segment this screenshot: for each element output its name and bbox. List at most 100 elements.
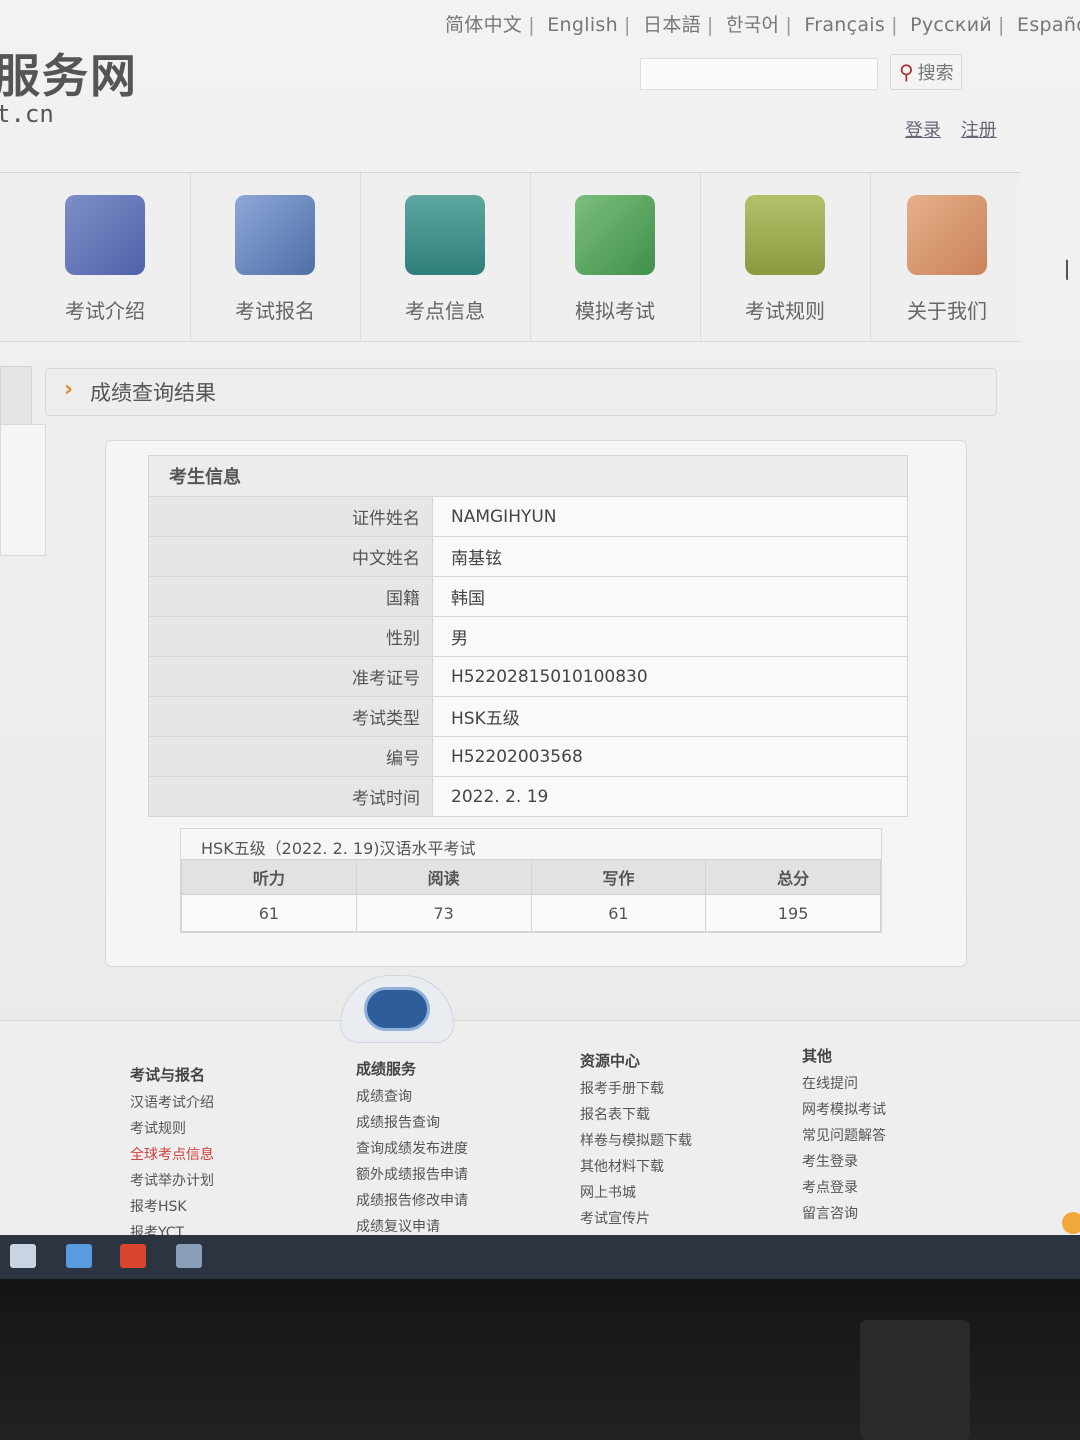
nav-label: 考试规则 — [745, 299, 825, 323]
nav-item-exam-rules[interactable]: 考试规则 — [700, 173, 871, 341]
row-value: 南基铉 — [432, 536, 908, 577]
nav-label: 考试介绍 — [65, 299, 145, 323]
row-label: 中文姓名 — [148, 536, 433, 577]
nav-item-test-centers[interactable]: 考点信息 — [360, 173, 531, 341]
mail-icon[interactable] — [66, 1244, 92, 1268]
footer-col-heading: 考试与报名 — [130, 1066, 206, 1084]
lang-ko[interactable]: 한국어 — [726, 14, 779, 36]
table-row: 考试时间 2022. 2. 19 — [148, 776, 908, 817]
score-header-reading: 阅读 — [355, 859, 532, 895]
footer-link[interactable]: 在线提问 — [802, 1071, 886, 1097]
nav-item-exam-intro[interactable]: 考试介绍 — [20, 173, 191, 341]
footer-link[interactable]: 成绩报告修改申请 — [356, 1188, 468, 1214]
footer-link[interactable]: 样卷与模拟题下载 — [580, 1128, 692, 1154]
nav-label: 考点信息 — [405, 299, 485, 323]
footer-link[interactable]: 网上书城 — [580, 1180, 692, 1206]
search-icon: ⚲ — [899, 60, 914, 84]
gate-icon — [405, 195, 485, 275]
browser-screen: 简体中文 | English | 日本語 | 한국어 | Français | Русск… — [0, 0, 1080, 1235]
footer-link[interactable]: 其他材料下载 — [580, 1154, 692, 1180]
footer-col-other: 其他 在线提问 网考模拟考试 常见问题解答 考生登录 考点登录 留言咨询 — [802, 1043, 886, 1227]
row-label: 考试类型 — [148, 696, 433, 737]
section-header: › 成绩查询结果 — [45, 368, 997, 416]
lang-ru[interactable]: Русский — [910, 14, 992, 36]
section-title: 成绩查询结果 — [90, 381, 216, 405]
candidate-info-table: 考生信息 证件姓名 NAMGIHYUN 中文姓名 南基铉 国籍 韩国 性别男 准考证号… — [148, 455, 908, 817]
footer-link[interactable]: 额外成绩报告申请 — [356, 1162, 468, 1188]
footer-link[interactable]: 考试举办计划 — [130, 1168, 214, 1194]
score-header-total: 总分 — [705, 859, 881, 895]
score-caption: HSK五级（2022. 2. 19)汉语水平考试 — [201, 839, 476, 858]
nav-item-about[interactable]: 关于我们 — [862, 173, 1032, 341]
file-explorer-icon[interactable] — [10, 1244, 36, 1268]
row-label: 国籍 — [148, 576, 433, 617]
lang-fr[interactable]: Français — [804, 14, 885, 36]
footer-col-scores: 成绩服务 成绩查询 成绩报告查询 查询成绩发布进度 额外成绩报告申请 成绩报告修… — [356, 1056, 468, 1235]
score-reading: 73 — [355, 894, 532, 932]
desk-sticker — [860, 1320, 970, 1440]
row-value: 2022. 2. 19 — [432, 776, 908, 817]
score-writing: 61 — [530, 894, 707, 932]
mouse-cursor — [1066, 259, 1080, 285]
footer-link[interactable]: 成绩复议申请 — [356, 1214, 468, 1235]
login-link[interactable]: 登录 — [905, 120, 941, 141]
footer-link[interactable]: 考试宣传片 — [580, 1206, 692, 1232]
footer-link[interactable]: 成绩查询 — [356, 1084, 468, 1110]
site-logo-text[interactable]: 服务网 — [0, 40, 138, 106]
footer-link[interactable]: 报考HSK — [130, 1194, 214, 1220]
chevron-right-icon: › — [64, 377, 74, 402]
search-button[interactable]: ⚲ 搜索 — [890, 54, 962, 90]
footer-link[interactable]: 全球考点信息 — [130, 1142, 214, 1168]
footer-link[interactable]: 报考YCT — [130, 1220, 214, 1235]
footer-link[interactable]: 报考手册下载 — [580, 1076, 692, 1102]
footer-link[interactable]: 考试规则 — [130, 1116, 214, 1142]
table-row: 证件姓名 NAMGIHYUN — [148, 496, 908, 537]
footer-link[interactable]: 查询成绩发布进度 — [356, 1136, 468, 1162]
score-listening: 61 — [181, 894, 357, 932]
footer-col-heading: 其他 — [802, 1047, 833, 1065]
main-nav: 考试介绍 考试报名 考点信息 模拟考试 考试规则 关于我们 — [0, 172, 1020, 342]
row-value: HSK五级 — [432, 696, 908, 737]
score-header-listening: 听力 — [181, 859, 357, 895]
footer-col-exam: 考试与报名 汉语考试介绍 考试规则 全球考点信息 考试举办计划 报考HSK 报考… — [130, 1062, 214, 1235]
footer-col-heading: 资源中心 — [580, 1052, 641, 1070]
site-domain: t.cn — [0, 100, 54, 128]
row-label: 编号 — [148, 736, 433, 777]
footer-link[interactable]: 报名表下载 — [580, 1102, 692, 1128]
score-panel: HSK五级（2022. 2. 19)汉语水平考试 听力 阅读 写作 总分 61 … — [180, 828, 882, 933]
search-input[interactable] — [640, 58, 878, 90]
nav-item-registration[interactable]: 考试报名 — [190, 173, 361, 341]
footer-link[interactable]: 留言咨询 — [802, 1201, 886, 1227]
lang-ja[interactable]: 日本語 — [643, 14, 701, 36]
notification-dot — [1062, 1212, 1080, 1234]
row-value: NAMGIHYUN — [432, 496, 908, 537]
footer-link[interactable]: 汉语考试介绍 — [130, 1090, 214, 1116]
lang-zh[interactable]: 简体中文 — [445, 14, 522, 36]
lang-es[interactable]: Español — [1017, 14, 1080, 36]
bronze-vessel-icon — [745, 195, 825, 275]
app-icon[interactable] — [120, 1244, 146, 1268]
sidebar-tab[interactable] — [0, 366, 32, 426]
table-row: 编号 H52202003568 — [148, 736, 908, 777]
footer-link[interactable]: 网考模拟考试 — [802, 1097, 886, 1123]
register-link[interactable]: 注册 — [961, 120, 997, 141]
footer-link[interactable]: 考点登录 — [802, 1175, 886, 1201]
row-value: 男 — [432, 616, 908, 657]
book-pen-icon — [575, 195, 655, 275]
score-table: 听力 阅读 写作 总分 61 73 61 195 — [181, 859, 881, 932]
footer-link[interactable]: 成绩报告查询 — [356, 1110, 468, 1136]
search-label: 搜索 — [917, 63, 954, 84]
score-header-writing: 写作 — [530, 859, 707, 895]
row-value: H52202003568 — [432, 736, 908, 777]
table-row: 中文姓名 南基铉 — [148, 536, 908, 577]
network-icon[interactable] — [176, 1244, 202, 1268]
lang-en[interactable]: English — [547, 14, 618, 36]
nav-label: 考试报名 — [235, 299, 315, 323]
footer-link[interactable]: 常见问题解答 — [802, 1123, 886, 1149]
footer-link[interactable]: 考生登录 — [802, 1149, 886, 1175]
scroll-icon — [65, 195, 145, 275]
nav-item-mock-exam[interactable]: 模拟考试 — [530, 173, 701, 341]
row-label: 考试时间 — [148, 776, 433, 817]
row-label: 性别 — [148, 616, 433, 657]
nav-label: 关于我们 — [907, 299, 987, 323]
